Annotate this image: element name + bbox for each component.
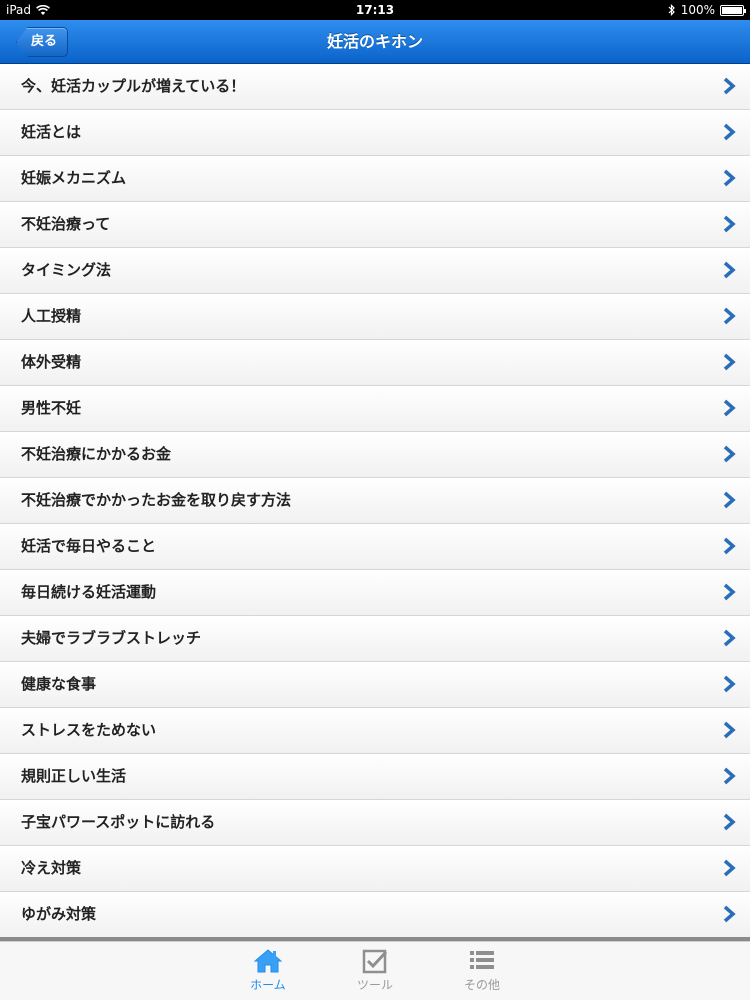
chevron-right-icon (723, 169, 736, 187)
list-item[interactable]: 男性不妊 (0, 386, 750, 432)
list-item[interactable]: 人工授精 (0, 294, 750, 340)
list-item-label: 健康な食事 (21, 675, 97, 693)
list-item-label: 冷え対策 (21, 859, 82, 877)
list-item[interactable]: ゆがみ対策 (0, 892, 750, 938)
list-item[interactable]: 規則正しい生活 (0, 754, 750, 800)
status-right: 100% (668, 3, 746, 17)
tab-other-label: その他 (463, 978, 500, 992)
topic-list: 今、妊活カップルが増えている！ 妊活とは妊娠メカニズム 不妊治療って タイミング法 人工… (0, 64, 750, 938)
checkbox-icon (362, 949, 388, 974)
chevron-right-icon (723, 675, 736, 693)
bluetooth-icon (668, 4, 675, 16)
chevron-right-icon (723, 721, 736, 739)
list-item-label: 妊娠メカニズム (21, 169, 127, 187)
tab-other[interactable]: その他 (442, 948, 522, 993)
chevron-right-icon (723, 307, 736, 325)
status-time: 17:13 (355, 3, 395, 17)
tab-home[interactable]: ホーム (228, 948, 308, 993)
list-item[interactable]: 不妊治療でかかったお金を取り戻す方法 (0, 478, 750, 524)
list-item[interactable]: タイミング法 (0, 248, 750, 294)
list-item[interactable]: 妊娠メカニズム (0, 156, 750, 202)
battery-icon (720, 4, 746, 16)
chevron-right-icon (723, 353, 736, 371)
battery-percent: 100% (680, 3, 715, 17)
chevron-right-icon (723, 491, 736, 509)
list-item[interactable]: 夫婦でラブラブストレッチ (0, 616, 750, 662)
list-item[interactable]: 妊活で毎日やること (0, 524, 750, 570)
list-item[interactable]: 不妊治療にかかるお金 (0, 432, 750, 478)
list-item[interactable]: 妊活とは (0, 110, 750, 156)
list-item[interactable]: 冷え対策 (0, 846, 750, 892)
list-item-label: ゆがみ対策 (21, 905, 97, 923)
list-item-label: 不妊治療にかかるお金 (21, 445, 172, 463)
chevron-right-icon (723, 215, 736, 233)
navigation-bar: 妊活のキホン 戻る (0, 20, 750, 64)
chevron-right-icon (723, 859, 736, 877)
chevron-right-icon (723, 537, 736, 555)
list-item[interactable]: 毎日続ける妊活運動 (0, 570, 750, 616)
list-item-label: 規則正しい生活 (21, 767, 127, 785)
list-item[interactable]: 子宝パワースポットに訪れる (0, 800, 750, 846)
list-item[interactable]: 今、妊活カップルが増えている！ (0, 64, 750, 110)
chevron-right-icon (723, 583, 736, 601)
list-item-label: 不妊治療でかかったお金を取り戻す方法 (21, 491, 292, 509)
tab-tools-label: ツール (356, 978, 393, 992)
page-title: 妊活のキホン (326, 32, 423, 51)
chevron-right-icon (723, 123, 736, 141)
chevron-right-icon (723, 77, 736, 95)
chevron-right-icon (723, 767, 736, 785)
list-item-label: 不妊治療って (21, 215, 111, 233)
list-item[interactable]: 不妊治療って (0, 202, 750, 248)
battery-level (722, 6, 742, 14)
list-item-label: 今、妊活カップルが増えている！ (21, 77, 246, 95)
chevron-right-icon (723, 629, 736, 647)
home-icon (254, 949, 282, 973)
list-item[interactable]: 体外受精 (0, 340, 750, 386)
list-item-label: 子宝パワースポットに訪れる (21, 813, 216, 831)
list-item-label: 人工授精 (21, 307, 82, 325)
list-icon (470, 951, 494, 969)
list-item-label: 妊活とは (21, 123, 82, 141)
list-item-label: 体外受精 (21, 353, 82, 371)
chevron-right-icon (723, 905, 736, 923)
tab-bar: ホーム ツール その他 (0, 941, 750, 1000)
chevron-right-icon (723, 445, 736, 463)
list-item[interactable]: 健康な食事 (0, 662, 750, 708)
chevron-right-icon (723, 261, 736, 279)
list-item-label: 夫婦でラブラブストレッチ (21, 629, 202, 647)
tab-home-label: ホーム (250, 978, 286, 992)
list-item-label: ストレスをためない (21, 721, 157, 739)
list-item-label: 毎日続ける妊活運動 (21, 583, 157, 601)
tab-tools[interactable]: ツール (335, 948, 415, 993)
list-item-label: 男性不妊 (21, 399, 82, 417)
chevron-right-icon (723, 813, 736, 831)
list-item[interactable]: ストレスをためない (0, 708, 750, 754)
list-item-label: タイミング法 (21, 261, 112, 279)
chevron-right-icon (723, 399, 736, 417)
list-item-label: 妊活で毎日やること (21, 537, 157, 555)
status-bar: iPad 17:13 100% (0, 0, 750, 20)
